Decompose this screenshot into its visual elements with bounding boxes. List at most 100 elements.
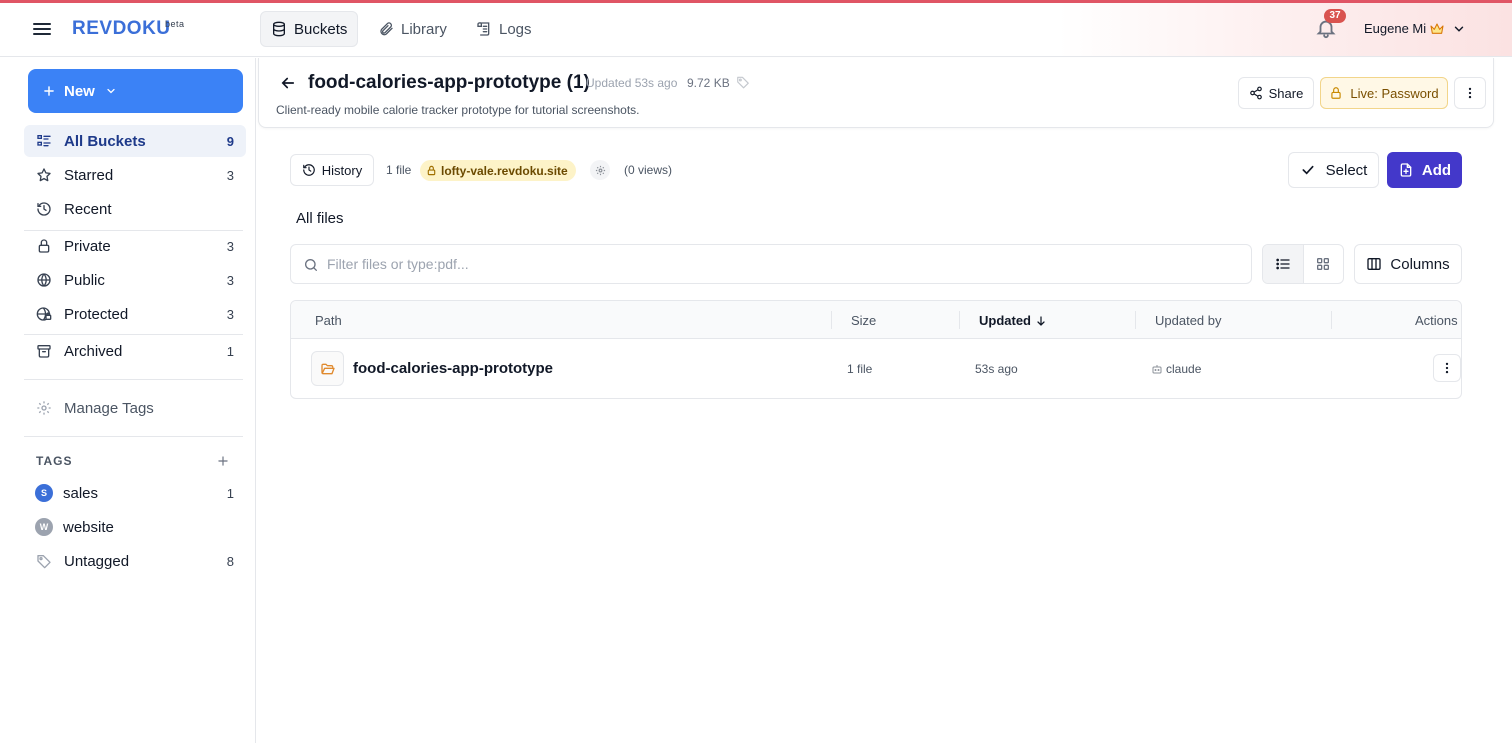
sidebar-item-label: Untagged bbox=[64, 552, 130, 570]
files-table: Path Size Updated Updated by Actions foo… bbox=[290, 300, 1462, 399]
sidebar-divider bbox=[24, 436, 243, 437]
gear-icon bbox=[36, 400, 52, 416]
view-toggle bbox=[1262, 244, 1344, 284]
database-icon bbox=[271, 21, 287, 37]
chevron-down-icon bbox=[105, 85, 117, 97]
site-link-label: lofty-vale.revdoku.site bbox=[441, 163, 568, 178]
plus-icon bbox=[42, 84, 56, 98]
chevron-down-icon[interactable] bbox=[1452, 22, 1466, 36]
nav-logs[interactable]: Logs bbox=[466, 11, 542, 47]
column-header-path[interactable]: Path bbox=[315, 313, 342, 328]
tags-section-title: TAGS bbox=[36, 454, 73, 468]
columns-button-label: Columns bbox=[1390, 255, 1450, 273]
lock-icon bbox=[1329, 86, 1343, 100]
menu-icon[interactable] bbox=[30, 17, 54, 41]
logs-icon bbox=[476, 21, 492, 37]
sidebar-item-count: 3 bbox=[226, 272, 234, 288]
site-settings-button[interactable] bbox=[590, 160, 610, 180]
bot-icon bbox=[1151, 363, 1163, 375]
nav-buckets-label: Buckets bbox=[294, 20, 348, 38]
sidebar-item-count: 1 bbox=[226, 343, 234, 359]
search-input[interactable] bbox=[327, 245, 1227, 283]
column-divider bbox=[831, 311, 832, 329]
sidebar-item-label: Recent bbox=[64, 200, 112, 218]
file-updated-by-label: claude bbox=[1166, 362, 1202, 376]
sidebar-item-archived[interactable]: Archived 1 bbox=[24, 335, 246, 367]
sidebar-item-label: Protected bbox=[64, 305, 129, 323]
columns-button[interactable]: Columns bbox=[1354, 244, 1462, 284]
sidebar-item-label: website bbox=[63, 518, 114, 536]
nav-buckets[interactable]: Buckets bbox=[260, 11, 359, 47]
add-tag-icon[interactable] bbox=[216, 454, 230, 468]
live-password-button[interactable]: Live: Password bbox=[1320, 77, 1448, 109]
archive-icon bbox=[36, 343, 52, 359]
columns-icon bbox=[1366, 256, 1382, 272]
more-vertical-icon bbox=[1440, 361, 1454, 375]
file-plus-icon bbox=[1398, 162, 1414, 178]
new-button[interactable]: New bbox=[28, 69, 243, 113]
share-button[interactable]: Share bbox=[1238, 77, 1314, 109]
file-updated: 53s ago bbox=[975, 362, 1018, 376]
share-icon bbox=[1249, 86, 1263, 100]
search-box bbox=[290, 244, 1252, 284]
sidebar-item-count: 9 bbox=[226, 133, 234, 149]
sidebar-item-label: Starred bbox=[64, 166, 114, 184]
column-header-updated-by[interactable]: Updated by bbox=[1155, 313, 1222, 328]
sidebar-item-public[interactable]: Public 3 bbox=[24, 264, 246, 296]
column-divider bbox=[959, 311, 960, 329]
sidebar-tag-website[interactable]: W website bbox=[24, 511, 246, 543]
sidebar-item-manage-tags[interactable]: Manage Tags bbox=[24, 392, 246, 424]
sidebar-item-label: sales bbox=[63, 484, 99, 502]
sidebar-item-count: 3 bbox=[226, 238, 234, 254]
sidebar-item-all-buckets[interactable]: All Buckets 9 bbox=[24, 125, 246, 157]
bucket-title: food-calories-app-prototype (1) bbox=[308, 72, 590, 93]
add-button[interactable]: Add bbox=[1387, 152, 1462, 188]
sidebar-item-label: Archived bbox=[64, 342, 123, 360]
globe-lock-icon bbox=[36, 306, 52, 322]
tag-initial: W bbox=[35, 518, 53, 536]
select-button-label: Select bbox=[1325, 161, 1368, 179]
add-button-label: Add bbox=[1421, 161, 1452, 179]
history-button[interactable]: History bbox=[290, 154, 374, 186]
site-link[interactable]: lofty-vale.revdoku.site bbox=[420, 160, 576, 181]
table-row[interactable]: food-calories-app-prototype 1 file 53s a… bbox=[291, 339, 1461, 398]
paperclip-icon bbox=[378, 21, 394, 37]
more-options-button[interactable] bbox=[1454, 77, 1486, 109]
sidebar-tag-sales[interactable]: S sales 1 bbox=[24, 477, 246, 509]
brand-logo[interactable]: REVDOKU bbox=[72, 18, 171, 40]
sidebar-item-private[interactable]: Private 3 bbox=[24, 230, 246, 262]
app-header: REVDOKU beta Buckets Library Logs 37 Eug… bbox=[0, 3, 1512, 57]
live-password-label: Live: Password bbox=[1350, 85, 1439, 101]
file-size: 1 file bbox=[847, 362, 873, 376]
sidebar-item-recent[interactable]: Recent bbox=[24, 193, 246, 225]
lock-icon bbox=[426, 165, 437, 176]
arrow-left-icon[interactable] bbox=[279, 74, 297, 92]
grid-view-button[interactable] bbox=[1304, 245, 1344, 283]
sidebar-item-label: Manage Tags bbox=[64, 399, 154, 417]
tag-initial: S bbox=[35, 484, 53, 502]
sidebar-item-starred[interactable]: Starred 3 bbox=[24, 159, 246, 191]
gear-icon bbox=[595, 165, 606, 176]
list-icon bbox=[36, 133, 52, 149]
row-actions-button[interactable] bbox=[1433, 354, 1461, 382]
user-name[interactable]: Eugene Mi bbox=[1364, 21, 1426, 36]
column-header-updated[interactable]: Updated bbox=[979, 313, 1047, 328]
sidebar: New All Buckets 9 Starred 3 Recent Priva… bbox=[0, 58, 256, 743]
file-name[interactable]: food-calories-app-prototype bbox=[353, 360, 553, 377]
history-icon bbox=[36, 201, 52, 217]
column-header-size[interactable]: Size bbox=[851, 313, 876, 328]
bucket-size: 9.72 KB bbox=[687, 76, 730, 90]
list-view-button[interactable] bbox=[1263, 245, 1304, 283]
tag-icon[interactable] bbox=[736, 75, 750, 89]
sidebar-item-count: 3 bbox=[226, 167, 234, 183]
share-button-label: Share bbox=[1268, 85, 1304, 101]
crown-icon bbox=[1429, 22, 1445, 36]
select-button[interactable]: Select bbox=[1288, 152, 1379, 188]
file-count: 1 file bbox=[386, 163, 412, 177]
sidebar-item-label: Public bbox=[64, 271, 105, 289]
sidebar-item-protected[interactable]: Protected 3 bbox=[24, 298, 246, 330]
nav-library[interactable]: Library bbox=[368, 11, 457, 47]
file-updated-by: claude bbox=[1151, 362, 1201, 376]
sidebar-item-untagged[interactable]: Untagged 8 bbox=[24, 545, 246, 577]
notification-badge: 37 bbox=[1324, 9, 1346, 23]
